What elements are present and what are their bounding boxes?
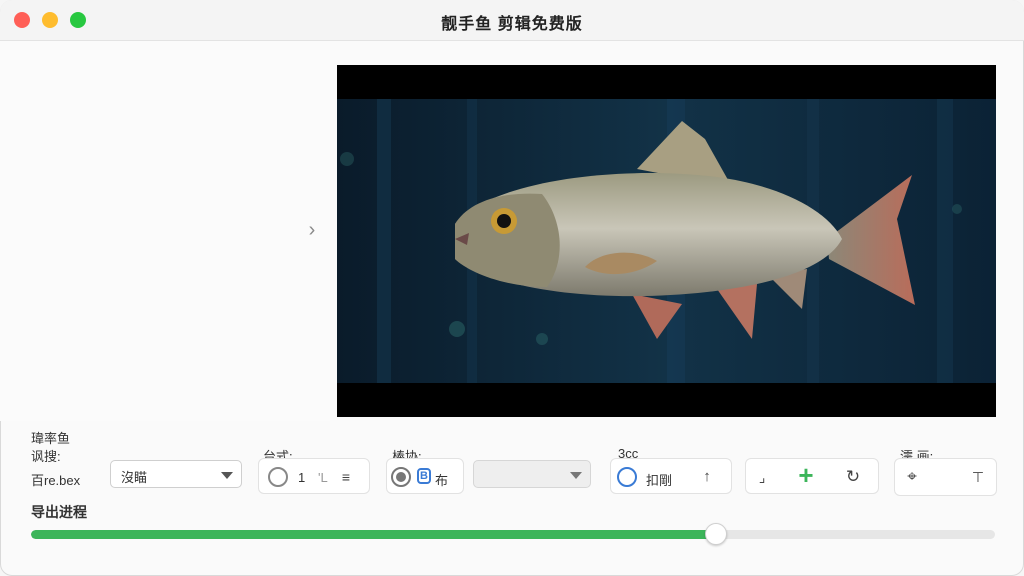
group3-select[interactable] [473, 460, 591, 488]
window-title: 靓手鱼 剪辑免费版 [441, 16, 583, 33]
chevron-right-icon[interactable]: › [304, 220, 320, 240]
group4-option-text: 扣剛 [646, 473, 673, 488]
group3-badge[interactable]: B [417, 468, 431, 484]
group4-radio[interactable] [617, 467, 637, 487]
crop-icon[interactable]: ⌟ [749, 464, 775, 490]
group3-radio[interactable] [391, 467, 411, 487]
group2-option-extra: 'L [318, 470, 328, 485]
group1-value-text: 百re.bex [31, 473, 81, 488]
left-panel [0, 41, 330, 421]
group3-badge-text: 布 [435, 473, 449, 488]
export-progress-track [31, 530, 995, 539]
rotate-icon[interactable]: ↻ [840, 464, 866, 490]
app-window: 靓手鱼 剪辑免费版 › 瑋率鱼 讽搜: 百re.bex 沒瞄 台式: 1 'L … [0, 0, 1024, 576]
group1-select[interactable]: 沒瞄 [110, 460, 242, 488]
target-icon[interactable]: ⌖ [899, 464, 925, 490]
section-title: 瑋率鱼 [31, 431, 71, 446]
arrow-up-icon[interactable]: ↑ [694, 464, 720, 490]
video-preview[interactable] [337, 65, 996, 417]
export-progress-label: 导出进程 [31, 504, 87, 520]
group2-option-number: 1 [298, 470, 306, 485]
group1-label: 讽搜: [31, 449, 61, 464]
export-progress-knob[interactable] [705, 523, 727, 545]
group2-radio[interactable] [268, 467, 288, 487]
export-progress-fill [31, 530, 715, 539]
group1-select-value: 沒瞄 [121, 470, 148, 485]
title-bar: 靓手鱼 剪辑免费版 [0, 0, 1024, 41]
text-icon[interactable]: ⊤ [965, 464, 991, 490]
chevron-down-icon [570, 472, 582, 479]
fish-frame-image [337, 99, 996, 383]
chevron-down-icon [221, 472, 233, 479]
filter-lines-icon[interactable]: ≡ [333, 464, 359, 490]
plus-icon[interactable]: + [793, 462, 819, 488]
